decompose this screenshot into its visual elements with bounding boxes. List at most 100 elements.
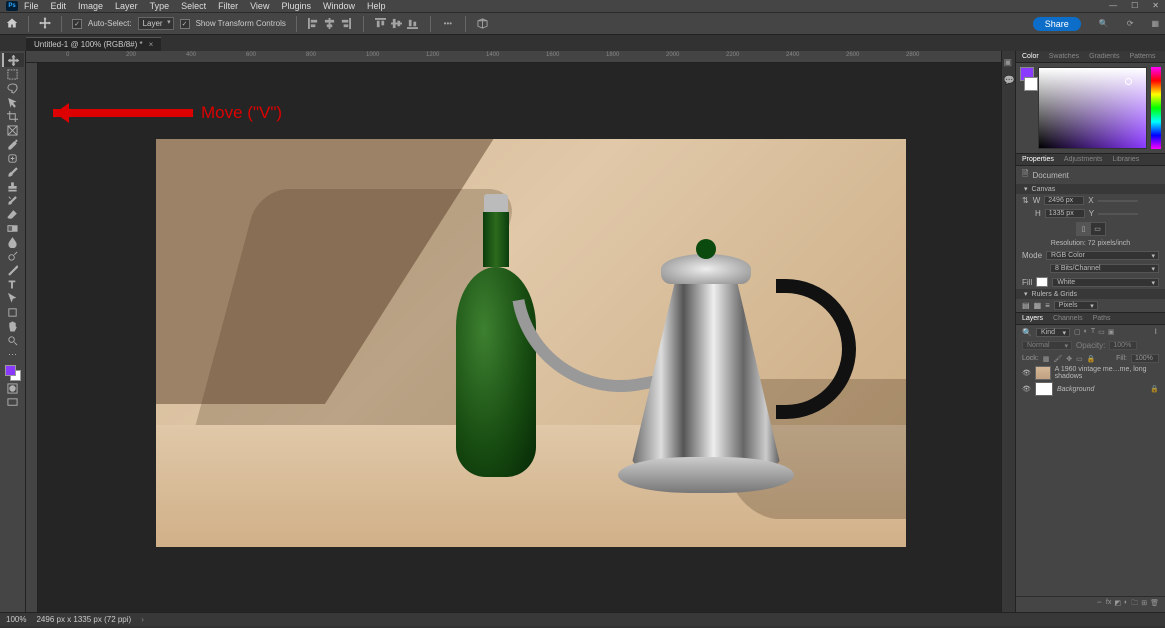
tab-libraries[interactable]: Libraries xyxy=(1112,156,1139,163)
vertical-ruler[interactable] xyxy=(26,63,38,612)
filter-icon[interactable]: 🔍 xyxy=(1022,328,1032,337)
layer-thumbnail[interactable] xyxy=(1035,366,1051,380)
canvas-section-header[interactable]: Canvas xyxy=(1016,184,1165,194)
layer-name[interactable]: A 1960 vintage me…me, long shadows xyxy=(1055,366,1159,380)
layer-row[interactable]: 👁 A 1960 vintage me…me, long shadows xyxy=(1016,365,1165,381)
link-layers-icon[interactable]: ⇔ xyxy=(1096,599,1103,610)
layer-fx-icon[interactable]: fx xyxy=(1106,599,1111,610)
type-tool[interactable]: T xyxy=(2,277,24,291)
filter-shape-icon[interactable]: ▭ xyxy=(1098,328,1105,336)
pen-tool[interactable] xyxy=(2,263,24,277)
tab-patterns[interactable]: Patterns xyxy=(1129,53,1155,60)
frame-tool[interactable] xyxy=(2,123,24,137)
move-tool[interactable] xyxy=(2,53,24,67)
menu-type[interactable]: Type xyxy=(150,1,170,11)
menu-edit[interactable]: Edit xyxy=(51,1,67,11)
menu-help[interactable]: Help xyxy=(367,1,386,11)
layer-mask-icon[interactable]: ◩ xyxy=(1114,599,1121,610)
mode-dropdown[interactable]: RGB Color xyxy=(1046,251,1159,260)
doc-info[interactable]: 2496 px x 1335 px (72 ppi) xyxy=(36,615,131,624)
marquee-tool[interactable] xyxy=(2,67,24,81)
align-bottom-icon[interactable] xyxy=(406,17,420,31)
layer-name[interactable]: Background xyxy=(1057,386,1094,393)
dodge-tool[interactable] xyxy=(2,249,24,263)
fill-swatch[interactable] xyxy=(1036,277,1048,287)
filter-adjust-icon[interactable]: ◐ xyxy=(1084,328,1088,336)
more-align-icon[interactable]: ••• xyxy=(441,17,455,31)
stamp-tool[interactable] xyxy=(2,179,24,193)
tab-layers[interactable]: Layers xyxy=(1022,315,1043,322)
zoom-level[interactable]: 100% xyxy=(6,615,26,624)
link-icon[interactable]: ⇅ xyxy=(1022,196,1029,205)
menu-window[interactable]: Window xyxy=(323,1,355,11)
window-close-icon[interactable]: ✕ xyxy=(1152,1,1159,10)
lock-all-icon[interactable]: 🔒 xyxy=(1087,355,1096,363)
window-minimize-icon[interactable]: — xyxy=(1109,1,1117,10)
tab-gradients[interactable]: Gradients xyxy=(1089,53,1119,60)
lock-pixels-icon[interactable]: 🖌 xyxy=(1053,355,1062,363)
align-middle-icon[interactable] xyxy=(390,17,404,31)
horizontal-ruler[interactable]: 0 200 400 600 800 1000 1200 1400 1600 18… xyxy=(26,51,1001,63)
3d-mode-icon[interactable] xyxy=(476,17,490,31)
panel-color-swatch[interactable] xyxy=(1020,67,1034,149)
group-icon[interactable]: 🗀 xyxy=(1131,599,1138,610)
layer-row[interactable]: 👁 Background 🔒 xyxy=(1016,381,1165,397)
crop-tool[interactable] xyxy=(2,109,24,123)
auto-select-dropdown[interactable]: Layer xyxy=(138,17,174,30)
height-field[interactable]: 1335 px xyxy=(1045,209,1085,218)
shape-tool[interactable] xyxy=(2,305,24,319)
tab-properties[interactable]: Properties xyxy=(1022,156,1054,163)
edit-toolbar-icon[interactable]: ⋯ xyxy=(2,347,24,361)
brush-tool[interactable] xyxy=(2,165,24,179)
tab-swatches[interactable]: Swatches xyxy=(1049,53,1079,60)
eraser-tool[interactable] xyxy=(2,207,24,221)
grid-icon[interactable]: ▦ xyxy=(1034,301,1042,310)
menu-file[interactable]: File xyxy=(24,1,39,11)
share-button[interactable]: Share xyxy=(1033,17,1081,31)
landscape-icon[interactable]: ▭ xyxy=(1091,223,1105,235)
y-field[interactable] xyxy=(1098,213,1138,215)
layer-thumbnail[interactable] xyxy=(1035,382,1053,396)
window-maximize-icon[interactable]: ☐ xyxy=(1131,1,1138,10)
layer-filter-dropdown[interactable]: Kind xyxy=(1036,328,1070,337)
ruler-units-dropdown[interactable]: Pixels xyxy=(1054,301,1098,310)
visibility-icon[interactable]: 👁 xyxy=(1022,369,1031,377)
quick-select-tool[interactable] xyxy=(2,95,24,109)
status-more-icon[interactable]: › xyxy=(141,615,144,624)
filter-type-icon[interactable]: T xyxy=(1091,328,1095,336)
tab-channels[interactable]: Channels xyxy=(1053,315,1083,322)
guides-icon[interactable]: ≡ xyxy=(1045,301,1050,310)
ruler-icon[interactable]: ▤ xyxy=(1022,301,1030,310)
lock-icon[interactable]: 🔒 xyxy=(1150,385,1159,393)
heal-tool[interactable] xyxy=(2,151,24,165)
align-top-icon[interactable] xyxy=(374,17,388,31)
document-canvas[interactable] xyxy=(156,139,906,547)
eyedropper-tool[interactable] xyxy=(2,137,24,151)
filter-toggle-icon[interactable]: ⏽ xyxy=(1153,327,1159,337)
workspace-icon[interactable]: ▦ xyxy=(1151,19,1159,28)
hue-slider[interactable] xyxy=(1151,67,1161,149)
opacity-field[interactable]: 100% xyxy=(1109,341,1137,350)
filter-pixel-icon[interactable]: ▢ xyxy=(1074,328,1081,336)
menu-filter[interactable]: Filter xyxy=(218,1,238,11)
rulers-section-header[interactable]: Rulers & Grids xyxy=(1016,289,1165,299)
adjustment-layer-icon[interactable]: ◐ xyxy=(1124,599,1128,610)
gradient-tool[interactable] xyxy=(2,221,24,235)
menu-layer[interactable]: Layer xyxy=(115,1,138,11)
orientation-toggle[interactable]: ▯▭ xyxy=(1076,222,1106,236)
lasso-tool[interactable] xyxy=(2,81,24,95)
search-icon[interactable]: 🔍 xyxy=(1099,19,1109,28)
history-panel-icon[interactable]: ▣ xyxy=(1004,57,1014,67)
menu-image[interactable]: Image xyxy=(78,1,103,11)
canvas-area[interactable]: 0 200 400 600 800 1000 1200 1400 1600 18… xyxy=(26,51,1001,612)
home-icon[interactable] xyxy=(6,17,18,31)
cloud-sync-icon[interactable]: ⟳ xyxy=(1127,19,1134,28)
lock-trans-icon[interactable]: ▩ xyxy=(1043,355,1050,363)
width-field[interactable]: 2496 px xyxy=(1044,196,1084,205)
blend-mode-dropdown[interactable]: Normal xyxy=(1022,341,1072,350)
align-center-h-icon[interactable] xyxy=(323,17,337,31)
align-left-icon[interactable] xyxy=(307,17,321,31)
color-swatch[interactable] xyxy=(5,365,21,381)
close-tab-icon[interactable]: × xyxy=(149,40,154,49)
visibility-icon[interactable]: 👁 xyxy=(1022,385,1031,393)
